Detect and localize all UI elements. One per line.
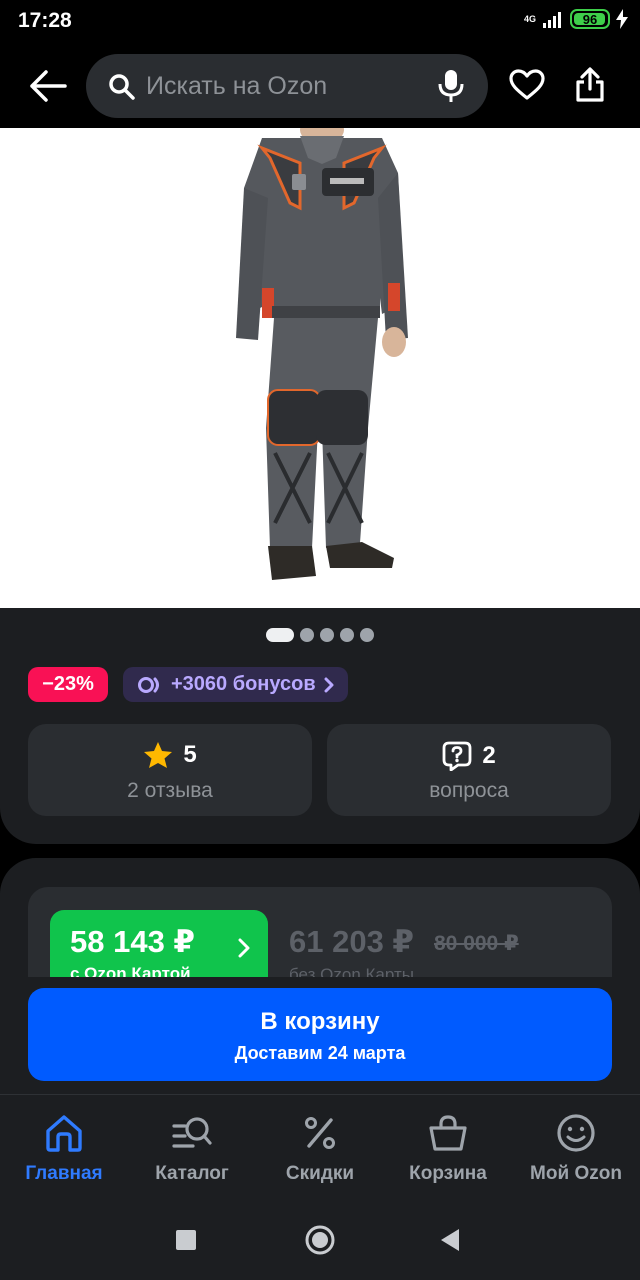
regular-price: 61 203 ₽: [289, 924, 414, 959]
search-icon: [109, 74, 135, 100]
gallery-dots[interactable]: [0, 628, 640, 642]
nav-my-ozon[interactable]: Мой Ozon: [512, 1095, 640, 1200]
share-icon: [576, 67, 604, 102]
home-system-button[interactable]: [300, 1220, 340, 1260]
search-input[interactable]: [146, 54, 416, 118]
nav-catalog-label: Каталог: [155, 1163, 229, 1184]
bonus-label: +3060 бонусов: [171, 673, 316, 695]
ozon-card-price: 58 143 ₽: [70, 924, 195, 959]
back-system-button[interactable]: [430, 1220, 470, 1260]
product-info-card: −23% +3060 бонусов 5 2 отзыва 2 вопроса: [0, 608, 640, 844]
old-price: 80 000 ₽: [434, 932, 519, 955]
basket-icon: [429, 1115, 467, 1151]
chevron-right-icon: [324, 677, 334, 692]
status-indicators: 4G 96: [524, 9, 628, 29]
product-image[interactable]: [0, 128, 640, 608]
gallery-dot-5[interactable]: [360, 628, 374, 642]
signal-icon: [543, 12, 561, 28]
circle-icon: [305, 1225, 335, 1255]
question-bubble-icon: [442, 741, 472, 771]
nav-discounts-label: Скидки: [285, 1163, 355, 1184]
discount-badge: −23%: [28, 667, 108, 702]
gallery-dot-3[interactable]: [320, 628, 334, 642]
battery-icon: 96: [570, 9, 610, 29]
percent-icon: [305, 1117, 335, 1149]
gallery-dot-4[interactable]: [340, 628, 354, 642]
questions-label: вопроса: [429, 779, 509, 802]
ozon-card-price-label: с Ozon Картой: [70, 964, 191, 977]
chevron-right-icon: [238, 938, 250, 958]
add-to-cart-button[interactable]: В корзину Доставим 24 марта: [28, 988, 612, 1081]
status-time: 17:28: [18, 9, 72, 32]
gallery-dot-1[interactable]: [266, 628, 294, 642]
rating-value: 5: [183, 741, 197, 768]
nav-discounts[interactable]: Скидки: [256, 1095, 384, 1200]
reviews-card[interactable]: 5 2 отзыва: [28, 724, 312, 816]
nav-cart-label: Корзина: [409, 1163, 487, 1184]
battery-percent: 96: [582, 11, 598, 27]
regular-price-label: без Ozon Карты: [289, 965, 414, 977]
share-button[interactable]: [569, 64, 611, 106]
nav-home-label: Главная: [25, 1163, 103, 1184]
recent-apps-button[interactable]: [166, 1220, 206, 1260]
system-navigation-bar: [0, 1200, 640, 1280]
nav-home[interactable]: Главная: [0, 1095, 128, 1200]
square-icon: [176, 1230, 196, 1250]
status-bar: 17:28 4G 96: [0, 0, 640, 42]
nav-catalog[interactable]: Каталог: [128, 1095, 256, 1200]
nav-my-ozon-label: Мой Ozon: [530, 1163, 622, 1184]
bottom-navigation: Главная Каталог Скидки Корзина Мой Ozon: [0, 1094, 640, 1200]
favorite-button[interactable]: [506, 64, 548, 106]
top-bar: [0, 42, 640, 128]
network-type: 4G: [523, 13, 536, 24]
gallery-dot-2[interactable]: [300, 628, 314, 642]
questions-card[interactable]: 2 вопроса: [327, 724, 611, 816]
heart-icon: [509, 69, 545, 100]
home-icon: [46, 1115, 82, 1152]
nav-cart[interactable]: Корзина: [384, 1095, 512, 1200]
search-bar[interactable]: [86, 54, 488, 118]
ozon-card-price-button[interactable]: 58 143 ₽ с Ozon Картой: [50, 910, 268, 977]
back-arrow-icon: [30, 70, 67, 102]
smiley-icon: [557, 1114, 595, 1152]
reviews-count: 2 отзыва: [127, 779, 213, 802]
questions-count: 2: [482, 742, 496, 769]
back-button[interactable]: [26, 64, 70, 108]
triangle-back-icon: [441, 1229, 459, 1251]
delivery-date: Доставим 24 марта: [234, 1043, 406, 1063]
bonus-icon: [138, 676, 159, 693]
microphone-icon[interactable]: [438, 68, 464, 104]
catalog-search-icon: [172, 1117, 212, 1148]
product-photo: [236, 128, 408, 580]
bonus-badge[interactable]: +3060 бонусов: [123, 667, 348, 702]
star-icon: [144, 742, 173, 768]
add-to-cart-label: В корзину: [260, 1008, 380, 1035]
charging-icon: [616, 9, 628, 29]
price-card: 58 143 ₽ с Ozon Картой 61 203 ₽ 80 000 ₽…: [28, 887, 612, 977]
